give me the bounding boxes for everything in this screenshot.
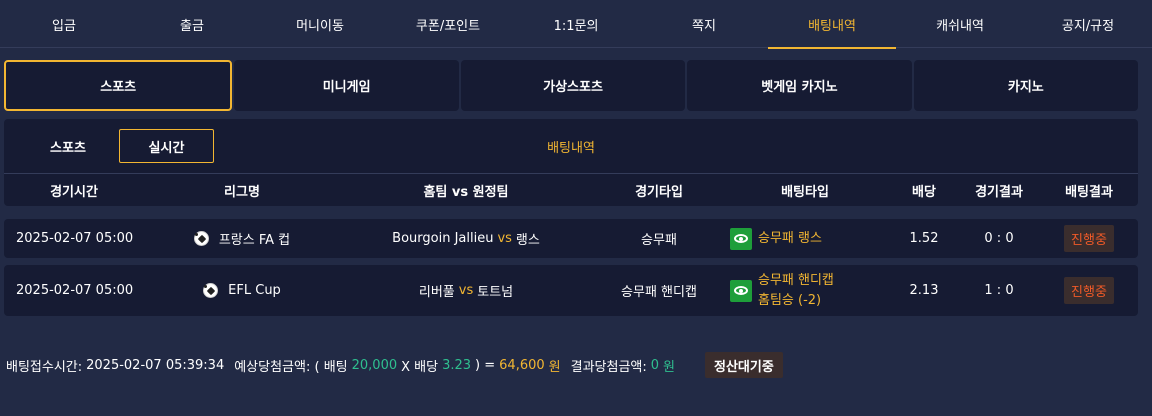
- nav-deposit[interactable]: 입금: [0, 0, 128, 48]
- home-team: Bourgoin Jallieu: [392, 231, 494, 246]
- expected-label: 예상당첨금액: ( 배팅: [234, 359, 348, 375]
- bet-result-cell: 진행중: [1044, 219, 1134, 258]
- top-nav: 입금 출금 머니이동 쿠폰/포인트 1:1문의 쪽지 배팅내역 캐쉬내역 공지/…: [0, 0, 1152, 49]
- nav-bet-history[interactable]: 배팅내역: [768, 0, 896, 49]
- game-type: 승무패: [641, 233, 677, 248]
- league-name: EFL Cup: [228, 283, 281, 298]
- bet-type-cell: 승무패 랭스: [730, 219, 900, 258]
- nav-inquiry[interactable]: 1:1문의: [512, 0, 640, 48]
- game-type: 승무패 핸디캡: [621, 285, 697, 300]
- nav-notice-rules[interactable]: 공지/규정: [1024, 0, 1152, 48]
- result-unit: 원: [663, 359, 676, 375]
- nav-coupon-point[interactable]: 쿠폰/포인트: [384, 0, 512, 48]
- col-odds: 배당: [912, 184, 936, 200]
- game-time: 2025-02-07 05:00: [16, 231, 134, 246]
- soccer-ball-icon: [203, 283, 219, 298]
- category-sports[interactable]: 스포츠: [4, 60, 233, 111]
- result-amount: 0: [650, 357, 660, 373]
- bet-type-line1: 승무패 핸디캡: [758, 272, 834, 288]
- bet-result-cell: 진행중: [1044, 265, 1134, 316]
- category-minigame[interactable]: 미니게임: [234, 60, 459, 111]
- away-team: 토트넘: [477, 285, 514, 300]
- pending-settlement-badge: 정산대기중: [705, 352, 783, 378]
- status-badge: 진행중: [1064, 277, 1114, 304]
- category-virtual-sports[interactable]: 가상스포츠: [460, 60, 686, 111]
- received-time: 2025-02-07 05:39:34: [86, 357, 225, 373]
- col-game-type: 경기타입: [635, 184, 683, 200]
- status-badge: 진행중: [1064, 225, 1114, 252]
- equals-label: ) =: [475, 357, 496, 373]
- bet-type-text: 승무패 핸디캡 홈팀승 (-2): [758, 271, 834, 311]
- col-bet-result: 배팅결과: [1065, 184, 1113, 200]
- eye-icon[interactable]: [730, 279, 752, 302]
- game-time: 2025-02-07 05:00: [16, 283, 134, 298]
- total-odds: 3.23: [442, 357, 472, 373]
- table-row: 2025-02-07 05:00 프랑스 FA 컵 Bourgoin Jalli…: [4, 219, 1138, 258]
- away-team: 랭스: [515, 233, 540, 248]
- category-tabs: 스포츠 미니게임 가상스포츠 벳게임 카지노 카지노: [4, 60, 1139, 111]
- league-name: 프랑스 FA 컵: [218, 233, 291, 248]
- expected-amount: 64,600: [499, 357, 545, 373]
- nav-messages[interactable]: 쪽지: [640, 0, 768, 48]
- bet-type-text: 승무패 랭스: [758, 230, 822, 246]
- soccer-ball-icon: [193, 231, 209, 246]
- game-score: 1 : 0: [984, 283, 1014, 298]
- vs-label: vs: [497, 231, 512, 246]
- vs-label: vs: [458, 283, 474, 298]
- league-cell: EFL Cup: [172, 265, 312, 316]
- teams-cell: Bourgoin Jallieu vs 랭스: [366, 219, 566, 258]
- won-unit: 원: [548, 359, 561, 375]
- nav-cash-history[interactable]: 캐쉬내역: [896, 0, 1024, 48]
- col-bet-type: 배팅타입: [781, 184, 829, 200]
- col-league: 리그명: [224, 184, 260, 200]
- category-casino[interactable]: 카지노: [913, 60, 1139, 111]
- bet-type-line2: 홈팀승 (-2): [758, 292, 822, 308]
- odds: 1.52: [909, 231, 939, 246]
- result-label: 결과당첨금액:: [570, 359, 647, 375]
- bet-history-panel: 스포츠 실시간 배팅내역 경기시간 리그명 홈팀 vs 원정팀 경기타입 배팅타…: [4, 119, 1138, 206]
- game-score: 0 : 0: [984, 231, 1014, 246]
- x-odds-label: X 배당: [401, 359, 439, 375]
- col-game-time: 경기시간: [50, 184, 98, 200]
- league-cell: 프랑스 FA 컵: [172, 219, 312, 258]
- bet-type-cell: 승무패 핸디캡 홈팀승 (-2): [730, 265, 900, 316]
- stake-amount: 20,000: [351, 357, 398, 373]
- table-header: 경기시간 리그명 홈팀 vs 원정팀 경기타입 배팅타입 배당 경기결과 배팅결…: [4, 174, 1138, 206]
- col-game-result: 경기결과: [975, 184, 1023, 200]
- received-label: 배팅접수시간:: [6, 359, 83, 375]
- odds: 2.13: [909, 283, 939, 298]
- teams-cell: 리버풀 vs 토트넘: [366, 265, 566, 316]
- eye-icon[interactable]: [730, 227, 752, 250]
- table-row: 2025-02-07 05:00 EFL Cup 리버풀 vs 토트넘 승무패 …: [4, 265, 1138, 316]
- nav-withdraw[interactable]: 출금: [128, 0, 256, 48]
- category-betgame-casino[interactable]: 벳게임 카지노: [687, 60, 912, 111]
- home-team: 리버풀: [418, 285, 455, 300]
- nav-money-transfer[interactable]: 머니이동: [256, 0, 384, 48]
- col-teams: 홈팀 vs 원정팀: [423, 184, 509, 200]
- panel-title: 배팅내역: [547, 141, 595, 156]
- bet-summary: 배팅접수시간: 2025-02-07 05:39:34 예상당첨금액: ( 배팅…: [6, 352, 783, 378]
